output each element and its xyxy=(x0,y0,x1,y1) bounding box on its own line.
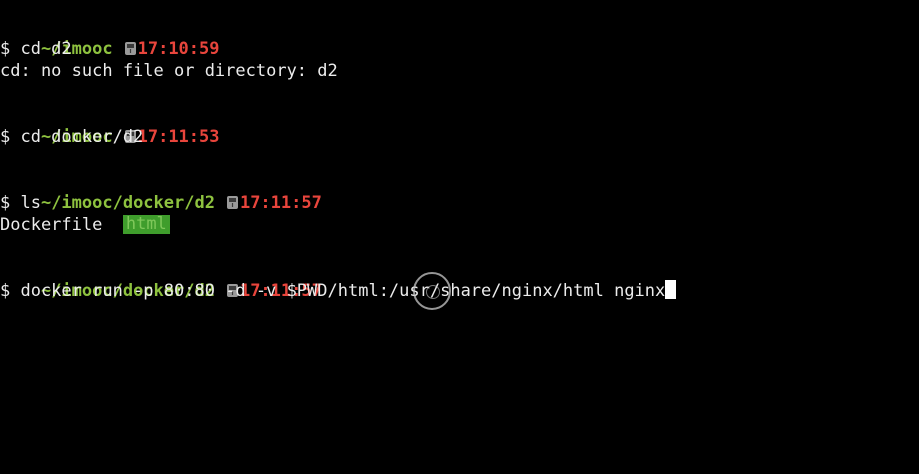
command-output: cd: no such file or directory: d2 xyxy=(0,61,338,81)
prompt-line: ~/imooc 17:10:59 xyxy=(0,16,919,59)
mouse-pointer-indicator xyxy=(413,272,451,310)
prompt-time: 17:11:53 xyxy=(137,127,220,147)
terminal-window[interactable]: ~/imooc 17:10:59 $ cd d2 cd: no such file… xyxy=(0,16,919,302)
clock-icon xyxy=(226,196,238,209)
command-output: Dockerfile html xyxy=(0,214,919,236)
prompt-time: 17:11:57 xyxy=(239,193,322,213)
file-entry: Dockerfile xyxy=(0,215,103,235)
prompt-path: ~/imooc/docker/d2 xyxy=(40,193,215,213)
directory-entry: html xyxy=(122,215,170,234)
command-input-line[interactable]: $ docker run -p 80:80 -d -v $PWD/html:/u… xyxy=(0,280,919,302)
prompt-line: ~/imooc/docker/d2 17:11:57 xyxy=(0,258,919,301)
command-line: $ cd docker/d2 xyxy=(0,127,144,147)
text-cursor xyxy=(665,280,677,299)
prompt-line: ~/imooc/docker/d2 17:11:57 xyxy=(0,170,919,213)
prompt-line: ~/imooc 17:11:53 xyxy=(0,104,919,147)
prompt-time: 17:10:59 xyxy=(137,39,220,59)
command-text: $ docker run -p 80:80 -d -v $PWD/html:/u… xyxy=(0,281,666,301)
clock-icon xyxy=(124,42,136,55)
